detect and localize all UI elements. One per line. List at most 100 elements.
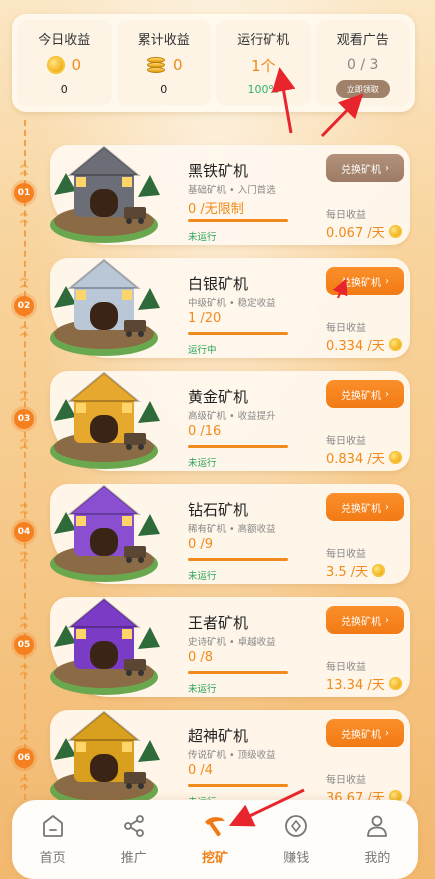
stat-title: 观看广告 xyxy=(336,33,389,48)
mine-illustration xyxy=(50,145,160,243)
user-icon xyxy=(367,815,388,837)
chevron-up-icon: ︽ ︽ xyxy=(20,725,28,741)
stat-value: 1个 xyxy=(250,56,276,75)
nav-label: 我的 xyxy=(364,851,391,866)
machine-card: 黑铁矿机 基础矿机 • 入门首选 0 /无限制 未运行 兑换矿机 › 每日收益 … xyxy=(50,145,410,245)
stat-total-earnings: 累计收益 0 0 xyxy=(116,20,211,106)
nav-label: 挖矿 xyxy=(202,851,229,866)
gold-coin-icon xyxy=(388,338,402,351)
machine-status: 运行中 xyxy=(188,345,217,356)
capacity-bar xyxy=(188,332,288,335)
machine-status: 未运行 xyxy=(188,571,217,582)
stat-title: 累计收益 xyxy=(137,33,190,48)
chevron-right-icon: › xyxy=(385,614,389,626)
nav-label: 赚钱 xyxy=(283,851,310,866)
stat-sub-value: 0 xyxy=(60,83,68,96)
stat-sub-value: 0 xyxy=(160,83,168,96)
machine-desc: 稀有矿机 • 高额收益 xyxy=(188,524,276,535)
ad-count: 0 / 3 xyxy=(347,57,379,73)
gold-coin-icon xyxy=(47,56,66,74)
machine-desc: 中级矿机 • 稳定收益 xyxy=(188,298,276,309)
step-badge: 05 xyxy=(14,635,34,655)
machine-desc: 高级矿机 • 收益提升 xyxy=(188,411,276,422)
stats-panel: 今日收益 0 0 累计收益 0 0 运行矿机 1个 100% 观看广告 0 / … xyxy=(12,14,415,112)
daily-earnings-value: 13.34 /天 xyxy=(326,678,385,693)
coin-icon xyxy=(285,815,308,837)
machine-capacity: 0 /9 xyxy=(188,537,214,552)
mine-illustration xyxy=(50,710,160,808)
chevron-right-icon: › xyxy=(385,501,389,513)
daily-earnings-value: 0.834 /天 xyxy=(326,452,385,467)
chevron-up-icon: ︽ ︽ xyxy=(20,499,28,515)
daily-earnings-value: 3.5 /天 xyxy=(326,565,369,580)
machine-capacity: 0 /4 xyxy=(188,763,214,778)
machine-capacity: 0 /无限制 xyxy=(188,202,244,217)
step-badge: 01 xyxy=(14,183,34,203)
machine-name: 王者矿机 xyxy=(188,614,249,632)
daily-earnings-label: 每日收益 xyxy=(326,549,366,560)
chevron-right-icon: › xyxy=(385,727,389,739)
nav-label: 首页 xyxy=(39,851,66,866)
daily-earnings-label: 每日收益 xyxy=(326,436,366,447)
exchange-machine-button[interactable]: 兑换矿机 › xyxy=(326,380,404,408)
home-icon xyxy=(42,815,63,837)
nav-earn[interactable]: 赚钱 xyxy=(256,800,337,879)
button-label: 兑换矿机 xyxy=(341,390,381,402)
button-label: 兑换矿机 xyxy=(341,503,381,515)
exchange-machine-button[interactable]: 兑换矿机 › xyxy=(326,493,404,521)
step-badge: 06 xyxy=(14,748,34,768)
chevron-right-icon: › xyxy=(385,275,389,287)
gold-coin-icon xyxy=(388,225,402,238)
machine-desc: 传说矿机 • 顶级收益 xyxy=(188,750,276,761)
machine-status: 未运行 xyxy=(188,458,217,469)
stat-running-machines: 运行矿机 1个 100% xyxy=(216,20,311,106)
share-icon xyxy=(123,815,144,837)
daily-earnings-label: 每日收益 xyxy=(326,323,366,334)
machine-capacity: 1 /20 xyxy=(188,311,222,326)
chevron-right-icon: › xyxy=(385,162,389,174)
exchange-machine-button[interactable]: 兑换矿机 › xyxy=(326,719,404,747)
daily-earnings-label: 每日收益 xyxy=(326,662,366,673)
nav-me[interactable]: 我的 xyxy=(337,800,418,879)
step-badge: 04 xyxy=(14,522,34,542)
button-label: 兑换矿机 xyxy=(341,616,381,628)
stat-sub-value: 100% xyxy=(247,83,279,96)
chevron-up-icon: ︽ ︽ xyxy=(20,273,28,289)
machine-card: 钻石矿机 稀有矿机 • 高额收益 0 /9 未运行 兑换矿机 › 每日收益 3.… xyxy=(50,484,410,584)
gold-coin-icon xyxy=(372,564,386,577)
machine-name: 钻石矿机 xyxy=(188,501,249,519)
machine-card: 黄金矿机 高级矿机 • 收益提升 0 /16 未运行 兑换矿机 › 每日收益 0… xyxy=(50,371,410,471)
mine-illustration xyxy=(50,597,160,695)
capacity-bar xyxy=(188,784,288,787)
stat-today-earnings: 今日收益 0 0 xyxy=(17,20,112,106)
machine-status: 未运行 xyxy=(188,232,217,243)
machine-status: 未运行 xyxy=(188,684,217,695)
machine-capacity: 0 /8 xyxy=(188,650,214,665)
chevron-up-icon: ︽ ︽ xyxy=(20,660,28,676)
bottom-nav: 首页 推广 挖矿 赚钱 我的 xyxy=(12,800,418,879)
stat-value: 0 xyxy=(172,56,183,74)
chevron-up-icon: ︽ ︽ xyxy=(20,321,28,337)
exchange-machine-button[interactable]: 兑换矿机 › xyxy=(326,267,404,295)
claim-now-button[interactable]: 立即领取 xyxy=(335,80,390,98)
machine-name: 黄金矿机 xyxy=(188,388,249,406)
machine-capacity: 0 /16 xyxy=(188,424,222,439)
chevron-up-icon: ︽ ︽ xyxy=(20,547,28,563)
button-label: 兑换矿机 xyxy=(341,277,381,289)
chevron-up-icon: ︽ ︽ xyxy=(20,434,28,450)
stat-value: 0 xyxy=(71,56,82,74)
exchange-machine-button[interactable]: 兑换矿机 › xyxy=(326,606,404,634)
capacity-bar xyxy=(188,219,288,222)
nav-promote[interactable]: 推广 xyxy=(93,800,174,879)
nav-label: 推广 xyxy=(120,851,147,866)
machine-card: 超神矿机 传说矿机 • 顶级收益 0 /4 未运行 兑换矿机 › 每日收益 36… xyxy=(50,710,410,810)
step-badge: 03 xyxy=(14,409,34,429)
nav-mining[interactable]: 挖矿 xyxy=(174,800,255,879)
daily-earnings-label: 每日收益 xyxy=(326,210,366,221)
exchange-machine-button[interactable]: 兑换矿机 › xyxy=(326,154,404,182)
machine-card: 白银矿机 中级矿机 • 稳定收益 1 /20 运行中 兑换矿机 › 每日收益 0… xyxy=(50,258,410,358)
nav-home[interactable]: 首页 xyxy=(12,800,93,879)
daily-earnings-value: 0.334 /天 xyxy=(326,339,385,354)
machine-desc: 史诗矿机 • 卓越收益 xyxy=(188,637,276,648)
chevron-up-icon: ︽ ︽ xyxy=(20,773,28,789)
